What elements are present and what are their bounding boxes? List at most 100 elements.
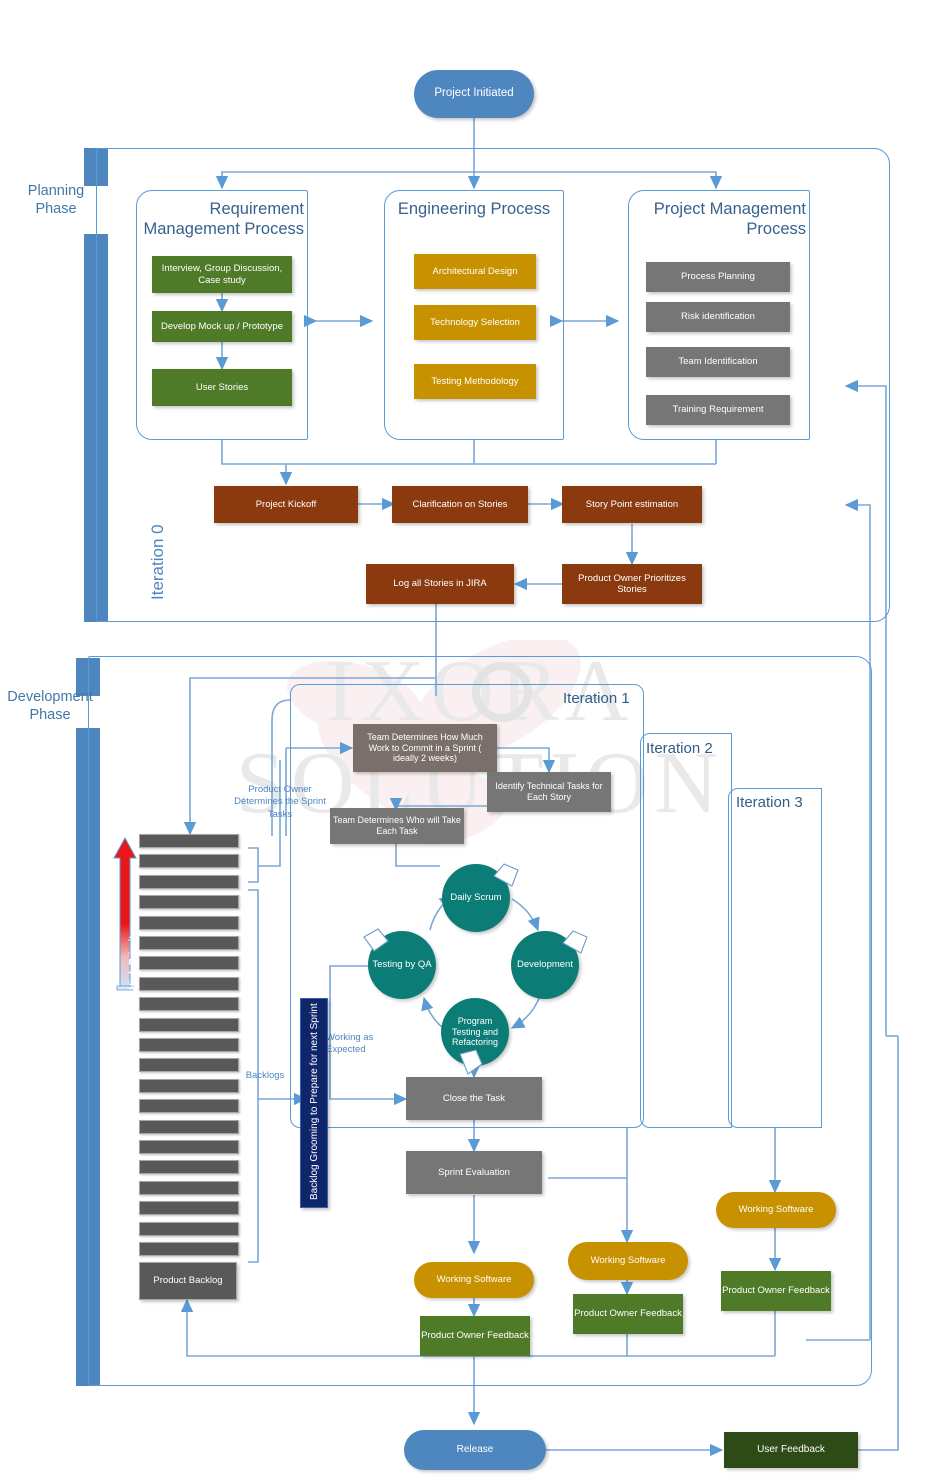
node-po-prioritizes-stories[interactable]: Product Owner Prioritizes Stories: [562, 564, 702, 604]
process-item-testing-methodology-label: Testing Methodology: [431, 375, 519, 387]
backlogs-label: Backlogs: [236, 1070, 294, 1082]
iteration-0-label: Iteration 0: [148, 524, 168, 600]
node-project-initiated[interactable]: Project Initiated: [414, 70, 534, 118]
process-item-team-identification[interactable]: Team Identification: [646, 347, 790, 377]
backlog-row[interactable]: [139, 1017, 239, 1032]
node-program-testing-refactoring-label: Program Testing and Refactoring: [451, 1016, 499, 1048]
process-item-risk-identification-label: Risk identification: [681, 311, 755, 323]
process-item-user-stories-label: User Stories: [195, 381, 249, 393]
node-log-stories-jira[interactable]: Log all Stories in JIRA: [366, 564, 514, 604]
node-assign-tasks[interactable]: Team Determines Who will Take Each Task: [330, 808, 464, 844]
backlog-row[interactable]: [139, 834, 239, 848]
note-po-determines-sprint-tasks-text: Product Owner Determines the Sprint Task…: [234, 784, 326, 820]
node-product-backlog-label: Product Backlog: [153, 1275, 223, 1287]
process-item-testing-methodology[interactable]: Testing Methodology: [414, 364, 536, 399]
backlog-row[interactable]: [139, 1058, 239, 1073]
process-item-process-planning-label: Process Planning: [681, 271, 755, 283]
backlog-row[interactable]: [139, 1160, 239, 1175]
backlog-row[interactable]: [139, 854, 239, 869]
node-po-feedback-2-label: Product Owner Feedback: [574, 1308, 682, 1320]
node-log-stories-jira-label: Log all Stories in JIRA: [393, 578, 487, 590]
node-commit-work-label: Team Determines How Much Work to Commit …: [367, 732, 483, 764]
backlog-row[interactable]: [139, 915, 239, 930]
iteration-1-label: Iteration 1: [563, 690, 630, 707]
node-working-software-3-label: Working Software: [738, 1204, 814, 1216]
backlog-row[interactable]: [139, 874, 239, 889]
node-user-feedback[interactable]: User Feedback: [724, 1432, 858, 1468]
backlog-grooming-label-text: Backlog Grooming to Prepare for next Spr…: [309, 1003, 320, 1200]
backlogs-label-text: Backlogs: [245, 1070, 285, 1081]
process-item-interview-label: Interview, Group Discussion, Case study: [161, 263, 283, 286]
backlog-row[interactable]: [139, 976, 239, 991]
node-project-kickoff[interactable]: Project Kickoff: [214, 486, 358, 523]
backlog-row[interactable]: [139, 936, 239, 950]
process-item-risk-identification[interactable]: Risk identification: [646, 302, 790, 332]
iteration-3-label-text: Iteration 3: [736, 794, 803, 811]
node-working-software-3[interactable]: Working Software: [716, 1192, 836, 1228]
backlog-row[interactable]: [139, 1099, 239, 1114]
node-close-the-task[interactable]: Close the Task: [406, 1077, 542, 1120]
node-commit-work[interactable]: Team Determines How Much Work to Commit …: [353, 724, 497, 772]
backlog-row[interactable]: [139, 1242, 239, 1256]
node-product-backlog[interactable]: Product Backlog: [139, 1262, 237, 1300]
backlog-row[interactable]: [139, 1038, 239, 1052]
backlog-row[interactable]: [139, 1119, 239, 1134]
process-item-user-stories[interactable]: User Stories: [152, 369, 292, 406]
development-phase-label-text: Development Phase: [7, 689, 93, 724]
backlog-row[interactable]: [139, 895, 239, 910]
planning-phase-label: Planning Phase: [6, 182, 106, 218]
process-item-interview[interactable]: Interview, Group Discussion, Case study: [152, 256, 292, 293]
backlog-row[interactable]: [139, 997, 239, 1012]
note-working-as-expected-text: Working as Expected: [326, 1032, 374, 1056]
node-clarification-on-stories[interactable]: Clarification on Stories: [392, 486, 528, 523]
node-po-feedback-1-label: Product Owner Feedback: [421, 1330, 529, 1342]
node-sprint-evaluation-label: Sprint Evaluation: [438, 1166, 510, 1178]
node-story-point-estimation[interactable]: Story Point estimation: [562, 486, 702, 523]
node-release-label: Release: [456, 1444, 494, 1456]
development-phase-label: Development Phase: [0, 688, 100, 724]
iteration-0-label-text: Iteration 0: [148, 524, 167, 600]
process-item-training-requirement[interactable]: Training Requirement: [646, 395, 790, 425]
backlog-row[interactable]: [139, 956, 239, 971]
backlog-row[interactable]: [139, 1180, 239, 1195]
node-identify-technical-tasks-label: Identify Technical Tasks for Each Story: [495, 781, 603, 802]
flag-icon-development: [561, 929, 589, 962]
node-working-software-2[interactable]: Working Software: [568, 1242, 688, 1280]
backlog-row[interactable]: [139, 1078, 239, 1093]
process-item-mockup[interactable]: Develop Mock up / Prototype: [152, 311, 292, 342]
node-assign-tasks-label: Team Determines Who will Take Each Task: [333, 815, 461, 836]
iteration-1-label-text: Iteration 1: [563, 690, 630, 707]
node-po-feedback-1[interactable]: Product Owner Feedback: [420, 1316, 530, 1356]
backlog-row[interactable]: [139, 1140, 239, 1154]
node-po-prioritizes-stories-label: Product Owner Prioritizes Stories: [578, 572, 686, 595]
node-working-software-1[interactable]: Working Software: [414, 1262, 534, 1298]
node-story-point-estimation-label: Story Point estimation: [585, 498, 679, 510]
node-sprint-evaluation[interactable]: Sprint Evaluation: [406, 1151, 542, 1194]
iteration-3-box: [728, 788, 822, 1128]
process-item-technology-selection[interactable]: Technology Selection: [414, 305, 536, 340]
backlog-grooming-label: Backlog Grooming to Prepare for next Spr…: [309, 1003, 320, 1200]
process-title-engineering: Engineering Process: [388, 200, 560, 220]
process-title-requirement-text: Requirement Management Process: [143, 200, 305, 238]
process-item-architectural-design-label: Architectural Design: [432, 265, 518, 277]
node-close-the-task-label: Close the Task: [442, 1092, 506, 1104]
node-project-initiated-label: Project Initiated: [434, 87, 514, 100]
process-item-technology-selection-label: Technology Selection: [430, 316, 520, 328]
process-item-architectural-design[interactable]: Architectural Design: [414, 254, 536, 289]
flag-icon-daily-scrum: [492, 862, 520, 895]
iteration-2-label: Iteration 2: [646, 740, 713, 757]
node-po-feedback-3[interactable]: Product Owner Feedback: [721, 1271, 831, 1311]
product-backlog-stack: [139, 834, 239, 1264]
backlog-row[interactable]: [139, 1201, 239, 1216]
iteration-3-label: Iteration 3: [736, 794, 803, 811]
process-title-project-management-text: Project Management Process: [653, 200, 806, 238]
iteration-2-box: [640, 733, 732, 1128]
backlog-row[interactable]: [139, 1221, 239, 1236]
process-item-process-planning[interactable]: Process Planning: [646, 262, 790, 292]
node-user-feedback-label: User Feedback: [757, 1444, 825, 1456]
process-title-engineering-text: Engineering Process: [397, 200, 551, 218]
node-release[interactable]: Release: [404, 1430, 546, 1470]
node-identify-technical-tasks[interactable]: Identify Technical Tasks for Each Story: [487, 772, 611, 812]
node-po-feedback-2[interactable]: Product Owner Feedback: [573, 1294, 683, 1334]
process-title-project-management: Project Management Process: [632, 200, 806, 240]
